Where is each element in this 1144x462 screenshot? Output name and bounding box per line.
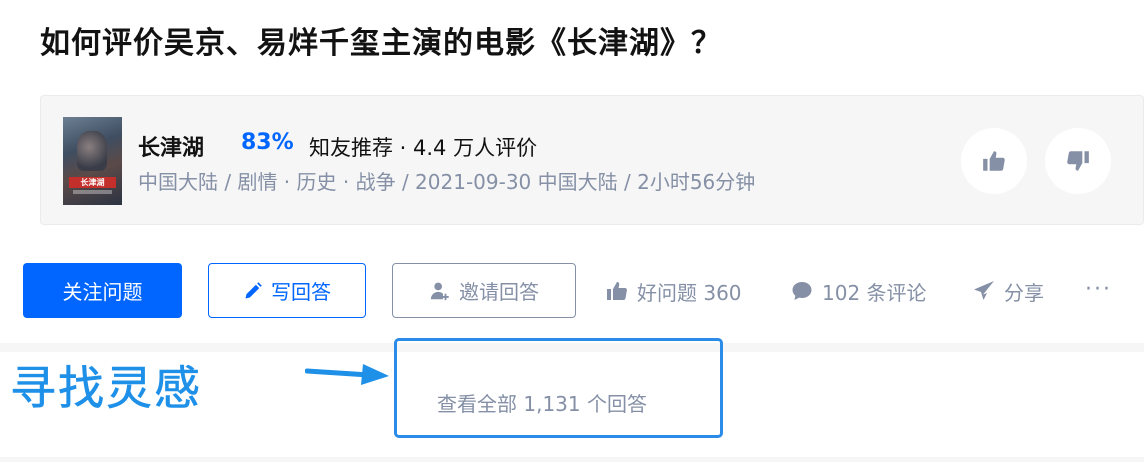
thumbs-up-icon (983, 151, 1005, 171)
question-header: 如何评价吴京、易烊千玺主演的电影《长津湖》？ 长津湖 长津湖 83% 知友推荐 … (0, 0, 1144, 343)
invite-answer-button[interactable]: 邀请回答 (392, 263, 576, 318)
movie-card[interactable]: 长津湖 长津湖 83% 知友推荐 · 4.4 万人评价 中国大陆 / 剧情 · … (40, 95, 1144, 225)
question-title: 如何评价吴京、易烊千玺主演的电影《长津湖》？ (40, 26, 722, 61)
good-question-button[interactable]: 好问题 360 (605, 276, 742, 306)
comment-bubble-icon (792, 282, 812, 300)
thumbs-down-icon (1067, 151, 1089, 171)
share-button[interactable]: 分享 (972, 276, 1044, 306)
follow-question-button[interactable]: 关注问题 (23, 263, 182, 318)
good-question-label: 好问题 360 (637, 280, 742, 305)
vote-up-button[interactable] (961, 128, 1027, 194)
movie-name[interactable]: 长津湖 (138, 130, 204, 162)
movie-poster[interactable]: 长津湖 (63, 117, 122, 205)
thumbs-up-icon (607, 282, 627, 300)
annotation-label: 寻找灵感 (10, 361, 202, 416)
invite-user-icon (430, 282, 449, 300)
movie-score: 83% (241, 130, 294, 155)
poster-subtitle-strip (73, 190, 112, 194)
vote-down-button[interactable] (1045, 128, 1111, 194)
write-answer-button[interactable]: 写回答 (208, 263, 366, 318)
write-answer-label: 写回答 (271, 280, 331, 304)
movie-recommend-text: 知友推荐 · 4.4 万人评价 (309, 136, 538, 160)
more-options-icon: ··· (1085, 276, 1112, 302)
comments-label: 102 条评论 (822, 280, 927, 305)
view-all-answers-link[interactable]: 查看全部 1,131 个回答 (437, 388, 647, 417)
invite-answer-label: 邀请回答 (459, 280, 539, 304)
movie-meta: 中国大陆 / 剧情 · 历史 · 战争 / 2021-09-30 中国大陆 / … (138, 170, 756, 194)
page: 如何评价吴京、易烊千玺主演的电影《长津湖》？ 长津湖 长津湖 83% 知友推荐 … (0, 0, 1144, 462)
paper-plane-icon (974, 281, 994, 300)
poster-title: 长津湖 (69, 177, 116, 188)
poster-figure-image (77, 131, 107, 171)
annotation-arrow-icon (305, 364, 389, 385)
more-options-button[interactable]: ··· (1085, 274, 1112, 304)
comments-button[interactable]: 102 条评论 (790, 276, 927, 306)
pencil-icon (245, 281, 262, 298)
share-label: 分享 (1004, 280, 1044, 305)
follow-question-label: 关注问题 (62, 280, 143, 304)
